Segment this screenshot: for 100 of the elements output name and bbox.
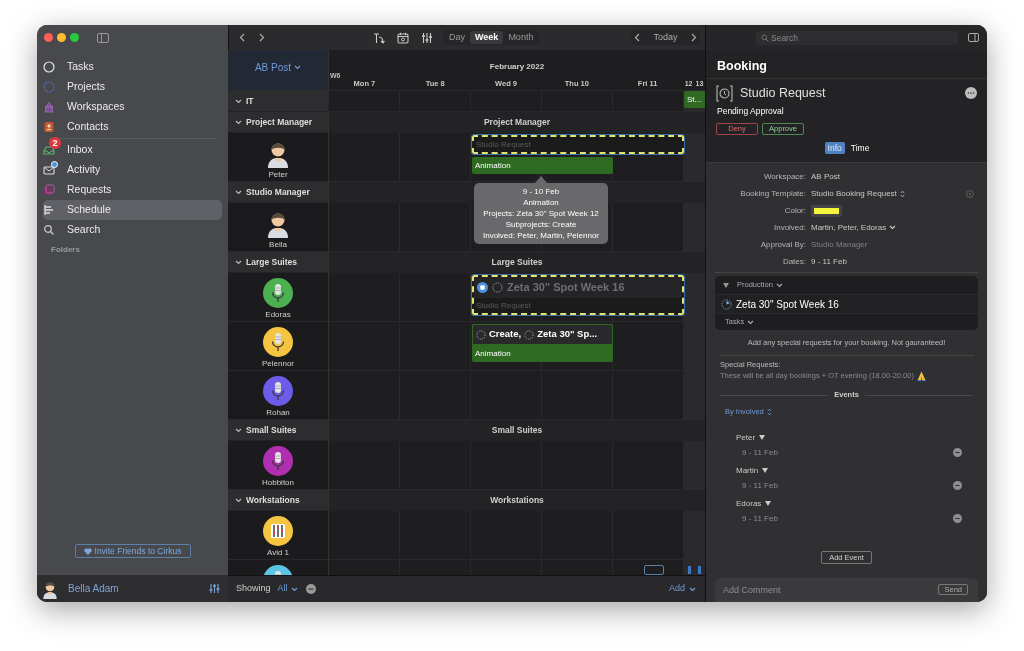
- segment-tab[interactable]: Time: [847, 142, 873, 154]
- zoom-button[interactable]: [70, 33, 79, 42]
- remove-button[interactable]: [953, 481, 962, 490]
- view-tab[interactable]: Month: [503, 31, 539, 44]
- filter-menu[interactable]: All: [277, 582, 298, 596]
- up-down-icon: [899, 189, 905, 198]
- disclosure-triangle-icon[interactable]: [759, 435, 766, 440]
- view-tab[interactable]: Week: [470, 31, 504, 44]
- sidebar-toggle-icon[interactable]: [97, 32, 109, 43]
- sidebar-item[interactable]: Tasks: [43, 57, 222, 77]
- workspace-menu[interactable]: AB Post: [254, 60, 302, 75]
- tooltip-line: Subprojects: Create: [505, 219, 577, 230]
- sliders-icon[interactable]: [209, 583, 220, 594]
- group-title: Small Suites: [491, 424, 543, 437]
- heart-icon: [83, 547, 92, 555]
- sidebar-item[interactable]: Projects: [43, 77, 222, 97]
- up-down-icon: [766, 408, 772, 416]
- back-button[interactable]: [238, 33, 246, 42]
- group-name: Workstations: [246, 493, 300, 507]
- project-title: Zeta 30" Spot Week 16: [507, 280, 625, 296]
- sidebar-item[interactable]: Requests: [43, 180, 222, 200]
- project-title: Zeta 30" Spot Week 16: [736, 297, 839, 312]
- panel-title: Booking: [717, 57, 767, 75]
- event-dates: 9 - 11 Feb: [742, 479, 778, 492]
- event-person: Martin: [736, 464, 759, 477]
- remove-button[interactable]: [953, 448, 962, 457]
- event-marker: [688, 566, 691, 574]
- chevron-right-icon: [259, 33, 265, 42]
- search-icon: [761, 33, 769, 42]
- field-label: Dates:: [782, 255, 806, 268]
- disclosure-triangle-icon[interactable]: [762, 468, 769, 473]
- search-icon: [43, 224, 55, 236]
- color-swatch[interactable]: [814, 207, 839, 214]
- group-title: Project Manager: [483, 116, 551, 129]
- add-menu[interactable]: Add: [669, 582, 696, 596]
- chevron-down-icon: [290, 586, 298, 592]
- group-name: Project Manager: [246, 115, 313, 129]
- sliders-icon[interactable]: [421, 31, 433, 44]
- project-title: Create,: [489, 327, 522, 342]
- month-title: February 2022: [489, 62, 545, 72]
- resource-name: Rohan: [266, 408, 290, 418]
- tooltip-line: Involved: Peter, Martin, Pelennor: [482, 230, 600, 241]
- sidebar-item[interactable]: 2 Inbox: [43, 140, 222, 160]
- inspector-toggle-icon[interactable]: [968, 33, 979, 42]
- chevron-left-icon: [239, 33, 245, 42]
- field-label: Approval By:: [760, 238, 806, 251]
- sidebar-item[interactable]: Schedule: [43, 200, 222, 220]
- task-title: Animation: [475, 159, 511, 172]
- resource-name: Avid 1: [266, 548, 290, 558]
- sidebar-item[interactable]: Contacts: [43, 117, 222, 137]
- section-title: Folders: [51, 244, 80, 256]
- minus-circle-button[interactable]: [305, 584, 316, 594]
- tooltip-line: Projects: Zeta 30" Spot Week 12: [483, 208, 599, 219]
- event-person: Peter: [736, 431, 756, 444]
- branch-icon[interactable]: [373, 31, 385, 44]
- remove-button[interactable]: [953, 514, 962, 523]
- calendar-icon[interactable]: [397, 31, 409, 44]
- sidebar-item[interactable]: Search: [43, 220, 222, 240]
- involved-menu[interactable]: Martin, Peter, Edoras: [811, 221, 897, 234]
- disclosure-chevron-icon[interactable]: [235, 427, 242, 433]
- field-label: Color:: [784, 204, 806, 217]
- previous-button[interactable]: [634, 33, 640, 42]
- disclosure-chevron-icon[interactable]: [235, 119, 242, 125]
- template-select[interactable]: Studio Booking Request: [811, 187, 905, 200]
- showing-label: Showing: [236, 582, 271, 596]
- status-text: Pending Approval: [717, 104, 784, 118]
- resource-name: Pelennor: [262, 359, 294, 369]
- user-name[interactable]: Bella Adam: [68, 581, 119, 596]
- timeline-icon: [43, 204, 55, 216]
- task-event[interactable]: Create, Zeta 30" Sp... Animation: [472, 324, 613, 362]
- disclosure-triangle-icon[interactable]: [723, 282, 729, 288]
- group-name: IT: [246, 94, 254, 108]
- praying-hands-icon: [916, 370, 926, 381]
- more-button[interactable]: [965, 87, 977, 99]
- group-name: Small Suites: [246, 423, 297, 437]
- circle-icon: [43, 61, 55, 73]
- resource-name: Bella: [269, 240, 287, 250]
- sidebar-item[interactable]: Activity: [43, 160, 222, 180]
- disclosure-triangle-icon[interactable]: [765, 501, 772, 506]
- contact-card-icon: [43, 121, 55, 133]
- record-icon: [477, 282, 488, 293]
- disclosure-chevron-icon[interactable]: [235, 497, 242, 503]
- forward-button[interactable]: [258, 33, 266, 42]
- field-label: Workspace:: [763, 170, 806, 183]
- dotted-circle-icon: [524, 329, 535, 340]
- disclosure-chevron-icon[interactable]: [235, 189, 242, 195]
- tooltip-line: 9 - 10 Feb: [522, 186, 560, 197]
- invite-button[interactable]: Invite Friends to Cirkus: [74, 544, 191, 558]
- disclosure-chevron-icon[interactable]: [235, 98, 242, 104]
- search-field[interactable]: Search: [756, 30, 958, 45]
- close-button[interactable]: [44, 33, 53, 42]
- dotted-circle-icon: [476, 329, 486, 340]
- next-button[interactable]: [691, 33, 697, 42]
- minimize-button[interactable]: [57, 33, 66, 42]
- chevron-down-icon: [889, 225, 897, 230]
- view-tab[interactable]: Day: [444, 31, 470, 44]
- task-title: Animation: [475, 347, 511, 360]
- disclosure-chevron-icon[interactable]: [235, 259, 242, 265]
- field-label: Booking Template:: [740, 187, 806, 200]
- sidebar-item[interactable]: Workspaces: [43, 97, 222, 117]
